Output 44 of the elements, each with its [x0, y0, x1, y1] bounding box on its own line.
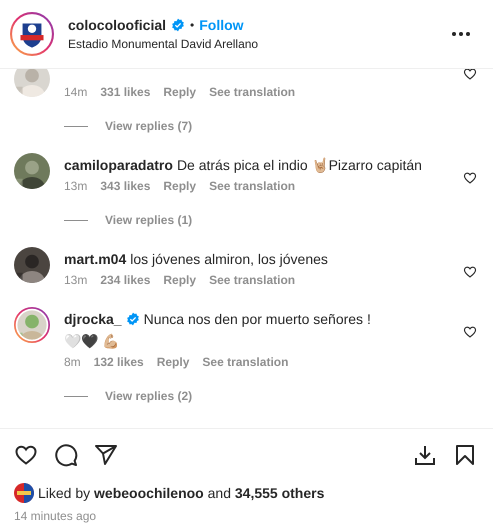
likes-count[interactable]: 132 likes: [94, 355, 144, 369]
likes-count[interactable]: 343 likes: [100, 179, 150, 193]
view-replies-link[interactable]: View replies (2): [105, 389, 192, 403]
translation-link[interactable]: See translation: [209, 273, 296, 287]
follow-button[interactable]: Follow: [199, 17, 244, 33]
username[interactable]: djrocka_: [64, 311, 122, 327]
comment-time: 13m: [64, 273, 88, 287]
heart-icon[interactable]: [463, 325, 477, 339]
avatar-icon[interactable]: [14, 483, 34, 503]
comment-time: 13m: [64, 179, 88, 193]
comment-text: De atrás pica el indio 🤘🏼Pizarro capitán: [176, 157, 422, 173]
username[interactable]: colocolooficial: [68, 17, 166, 33]
location-link[interactable]: Estadio Monumental David Arellano: [68, 37, 437, 51]
username[interactable]: mart.m04: [64, 251, 126, 267]
heart-icon[interactable]: [463, 171, 477, 185]
comment-icon[interactable]: [54, 443, 78, 467]
translation-link[interactable]: See translation: [209, 85, 296, 99]
reply-link[interactable]: Reply: [163, 85, 196, 99]
like-icon[interactable]: [14, 443, 38, 467]
likes-count[interactable]: 331 likes: [100, 85, 150, 99]
post-time: 14 minutes ago: [14, 509, 98, 523]
heart-icon[interactable]: [463, 265, 477, 279]
comment-text: los jóvenes almiron, los jóvenes: [130, 251, 328, 267]
likes-count[interactable]: 234 likes: [100, 273, 150, 287]
club-logo-icon[interactable]: [10, 12, 54, 56]
likes-summary[interactable]: Liked by webeoochilenoo and 34,555 others: [38, 485, 324, 501]
reply-link[interactable]: Reply: [156, 355, 190, 369]
heart-icon[interactable]: [463, 69, 477, 81]
view-replies-link[interactable]: View replies (7): [105, 119, 192, 133]
more-options-icon[interactable]: [451, 31, 471, 37]
reply-link[interactable]: Reply: [163, 273, 196, 287]
share-icon[interactable]: [94, 443, 118, 467]
reply-link[interactable]: Reply: [163, 179, 196, 193]
separator-dot: •: [190, 18, 194, 32]
username[interactable]: camiloparadatro: [64, 157, 173, 173]
comment-emoji: 🤍🖤 💪🏼: [64, 333, 120, 349]
bookmark-icon[interactable]: [453, 443, 477, 467]
translation-link[interactable]: See translation: [202, 355, 288, 369]
comment-time: 14m: [64, 85, 88, 99]
download-icon[interactable]: [413, 443, 437, 467]
view-replies-link[interactable]: View replies (1): [105, 213, 192, 227]
comment-text: Nunca nos den por muerto señores !: [144, 311, 371, 327]
comment-time: 8m: [64, 355, 81, 369]
translation-link[interactable]: See translation: [209, 179, 296, 193]
